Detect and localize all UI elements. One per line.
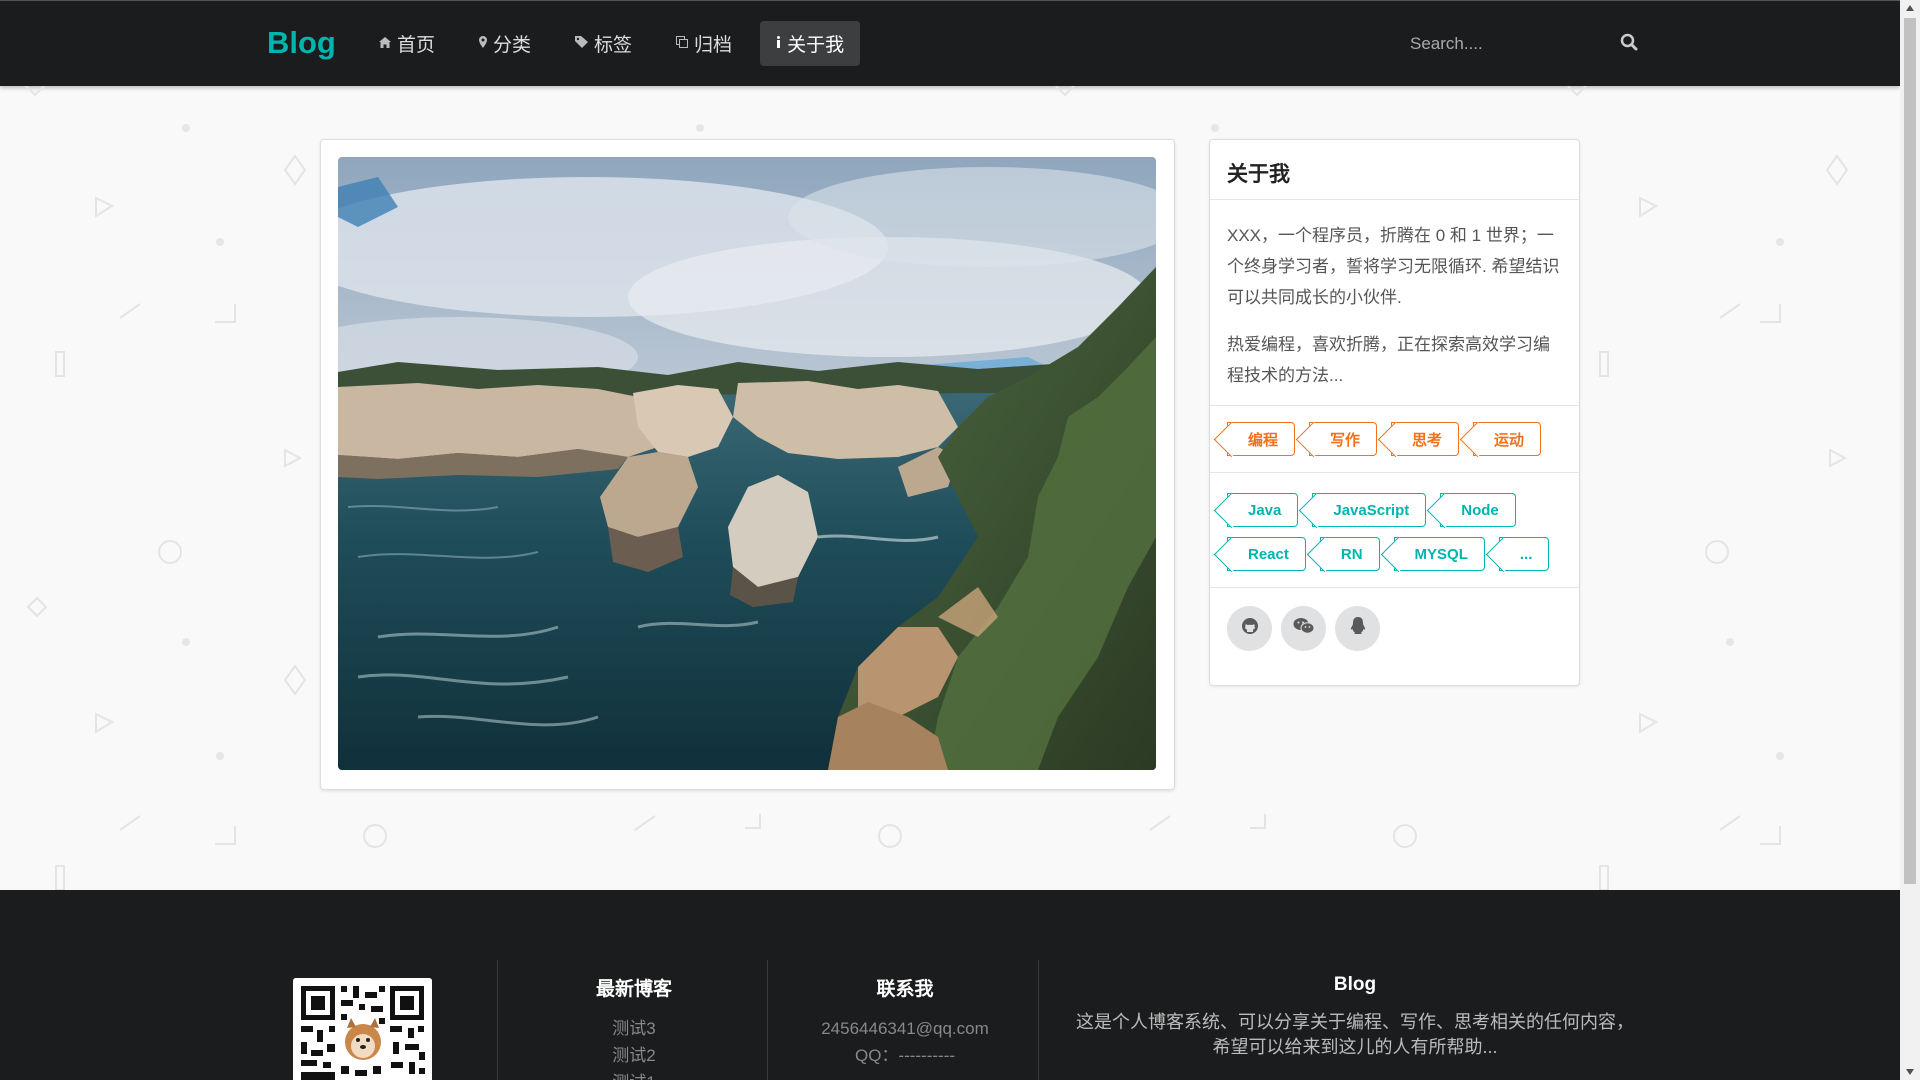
qq-icon: [1350, 617, 1366, 640]
tag-sports[interactable]: 运动: [1473, 422, 1542, 456]
tag-mysql[interactable]: MYSQL: [1393, 537, 1485, 571]
coastal-cliff-photo: [338, 157, 1156, 770]
nav-item-category[interactable]: 分类: [463, 21, 547, 66]
tag-node[interactable]: Node: [1440, 493, 1516, 527]
scroll-up-arrow-icon[interactable]: [1900, 0, 1920, 16]
tag-label: 运动: [1494, 431, 1525, 449]
tag-label: MYSQL: [1414, 545, 1468, 563]
footer-about-blog: Blog 这是个人博客系统、可以分享关于编程、写作、思考相关的任何内容， 希望可…: [1050, 974, 1660, 1060]
tag-label: RN: [1340, 545, 1363, 563]
about-paragraph: 热爱编程，喜欢折腾，正在探索高效学习编程技术的方法...: [1227, 335, 1550, 385]
wechat-icon: [1293, 617, 1315, 640]
footer-divider: [497, 960, 498, 1080]
footer-divider: [767, 960, 768, 1080]
tag-react[interactable]: React: [1227, 537, 1306, 571]
tag-writing[interactable]: 写作: [1309, 422, 1378, 456]
nav-item-about[interactable]: 关于我: [760, 21, 861, 66]
footer-blog-link[interactable]: 测试2: [524, 1042, 744, 1069]
interest-tags: 编程 写作 思考 运动: [1210, 406, 1579, 473]
tag-label: 编程: [1248, 431, 1279, 449]
footer-latest-blogs: 最新博客 测试3 测试2 测试1: [524, 974, 744, 1080]
scroll-thumb[interactable]: [1904, 18, 1916, 884]
search-box: [1400, 23, 1640, 65]
top-navbar: Blog 首页 分类 标签 归档 关于我 Search....: [0, 0, 1900, 86]
tag-label: React: [1248, 545, 1289, 563]
search-icon[interactable]: [1620, 33, 1640, 53]
tag-javascript[interactable]: JavaScript: [1312, 493, 1427, 527]
tag-label: Node: [1461, 501, 1499, 519]
footer-blog-desc: 这是个人博客系统、可以分享关于编程、写作、思考相关的任何内容，: [1076, 1012, 1634, 1032]
search-input[interactable]: [1400, 23, 1640, 65]
tag-label: Java: [1248, 501, 1282, 519]
page-scrollbar[interactable]: [1900, 0, 1920, 1080]
wechat-button[interactable]: [1281, 606, 1326, 651]
social-links: [1210, 588, 1579, 669]
nav-item-home[interactable]: 首页: [363, 21, 451, 66]
nav-item-tags[interactable]: 标签: [559, 21, 648, 66]
featured-image-card: [320, 139, 1175, 790]
tag-icon: [575, 36, 589, 51]
footer-blog-desc: 希望可以给来到这儿的人有所帮助...: [1212, 1037, 1498, 1057]
about-paragraph: XXX，一个程序员，折腾在 0 和 1 世界；一个终身学习者，誓将学习无限循环.…: [1227, 226, 1560, 307]
nav-item-label: 分类: [493, 35, 532, 56]
footer-heading: 最新博客: [595, 979, 672, 1000]
nav-item-label: 标签: [594, 35, 633, 56]
map-pin-icon: [479, 36, 488, 51]
footer-contact: 联系我 2456446341@qq.com QQ：----------: [795, 974, 1015, 1069]
copy-icon: [676, 36, 689, 51]
nav-item-label: 归档: [694, 35, 733, 56]
github-icon: [1241, 617, 1259, 640]
tag-programming[interactable]: 编程: [1227, 422, 1296, 456]
nav-menu: 首页 分类 标签 归档 关于我: [363, 21, 872, 66]
about-description: XXX，一个程序员，折腾在 0 和 1 世界；一个终身学习者，誓将学习无限循环.…: [1210, 200, 1579, 406]
footer-blog-link[interactable]: 测试1: [524, 1069, 744, 1080]
footer-blog-link[interactable]: 测试3: [524, 1015, 744, 1042]
footer-heading: 联系我: [876, 979, 934, 1000]
footer-heading: Blog: [1333, 974, 1377, 995]
contact-email: 2456446341@qq.com: [821, 1019, 989, 1038]
tag-label: 写作: [1330, 431, 1361, 449]
contact-qq: QQ：----------: [854, 1046, 956, 1065]
tag-java[interactable]: Java: [1227, 493, 1299, 527]
nav-item-archive[interactable]: 归档: [660, 21, 748, 66]
footer-divider: [1038, 960, 1039, 1080]
nav-item-label: 关于我: [787, 35, 845, 56]
info-icon: [776, 36, 781, 51]
tech-tags: Java JavaScript Node React RN MYSQL ...: [1210, 473, 1579, 588]
brand-logo[interactable]: Blog: [267, 25, 336, 61]
home-icon: [379, 36, 391, 51]
tag-rn[interactable]: RN: [1319, 537, 1380, 571]
about-me-card: 关于我 XXX，一个程序员，折腾在 0 和 1 世界；一个终身学习者，誓将学习无…: [1209, 139, 1580, 686]
tag-label: 思考: [1412, 431, 1443, 449]
qq-button[interactable]: [1335, 606, 1380, 651]
tag-label: JavaScript: [1333, 501, 1410, 519]
github-button[interactable]: [1227, 606, 1272, 651]
tag-thinking[interactable]: 思考: [1391, 422, 1460, 456]
about-title: 关于我: [1210, 140, 1579, 200]
qr-code: [293, 978, 432, 1080]
tag-more[interactable]: ...: [1498, 537, 1550, 571]
scroll-down-arrow-icon[interactable]: [1900, 1064, 1920, 1080]
nav-item-label: 首页: [397, 35, 436, 56]
tag-label: ...: [1519, 545, 1533, 563]
site-footer: 最新博客 测试3 测试2 测试1 联系我 2456446341@qq.com Q…: [0, 890, 1900, 1080]
